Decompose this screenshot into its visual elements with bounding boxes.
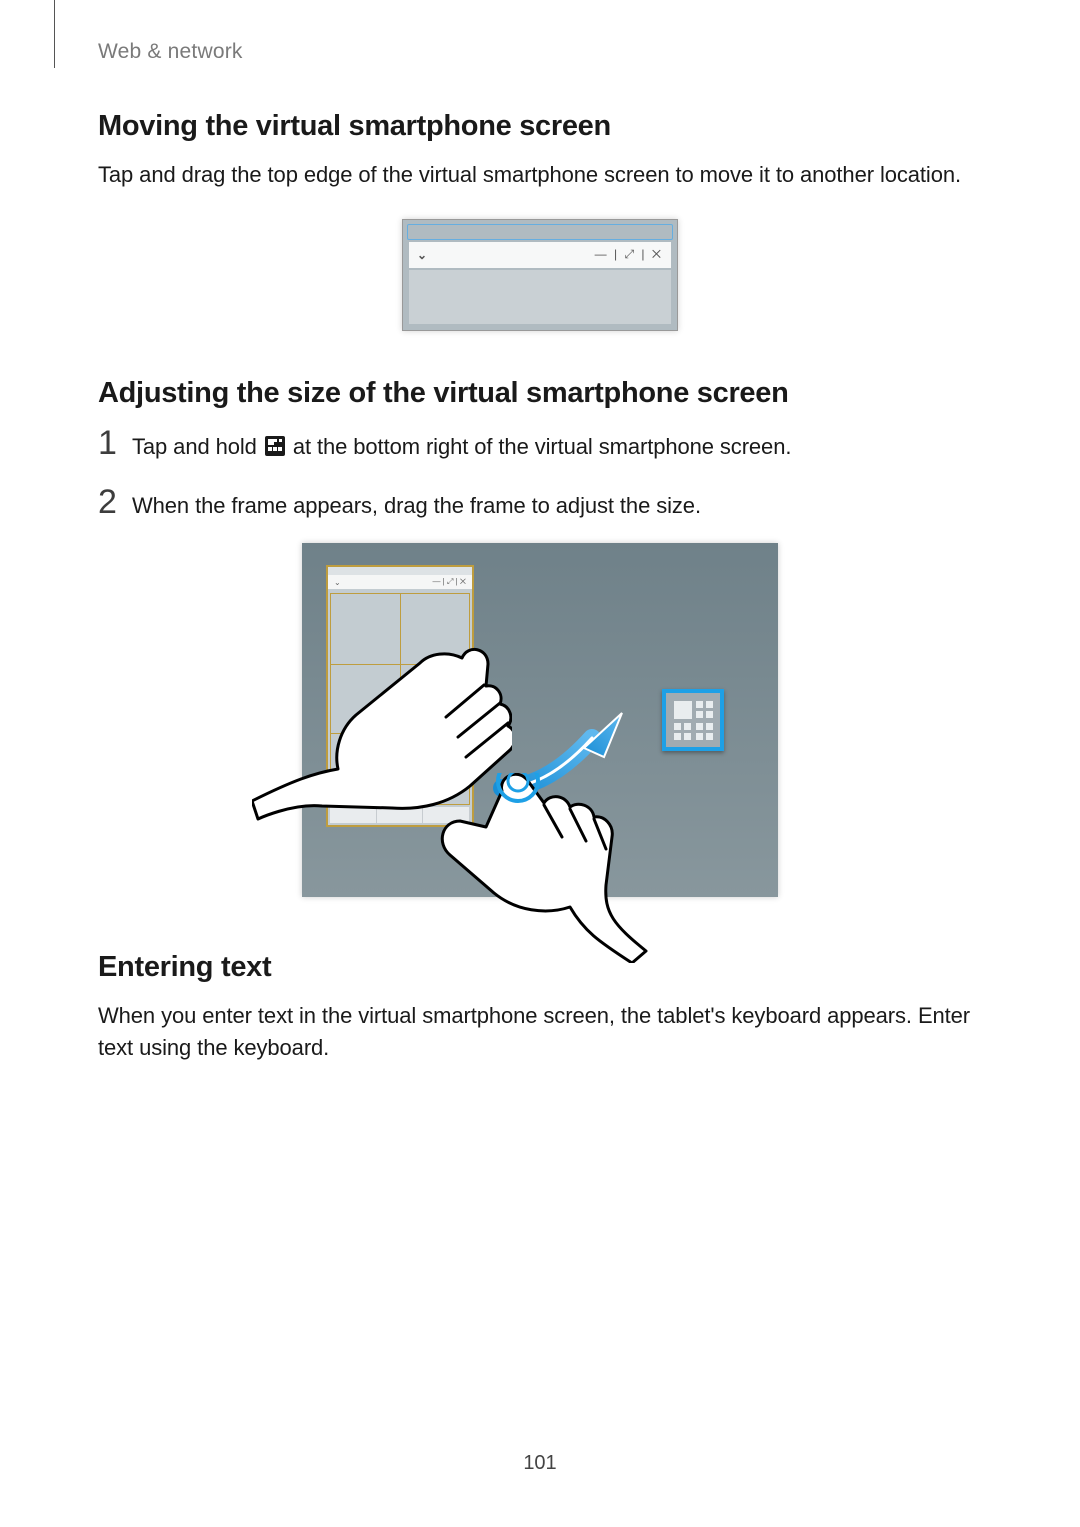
para-moving-screen: Tap and drag the top edge of the virtual…	[98, 159, 982, 191]
step-number: 2	[98, 485, 132, 519]
step-number: 1	[98, 426, 132, 460]
figure-resize-gesture: ⌄ — | ⤢ | ✕	[302, 543, 778, 897]
step-2-text: When the frame appears, drag the frame t…	[132, 493, 701, 518]
figure-phone-titlebar: ⌄ — | ⤢ | ✕	[328, 575, 472, 589]
figure-drag-highlight	[407, 224, 673, 240]
step-1-text-before: Tap and hold	[132, 434, 263, 459]
figure-window-body	[409, 270, 671, 324]
figure-1-wrap: ⌄ — | ⤢ | ✕	[98, 219, 982, 331]
figure-phone-statusbar	[328, 567, 472, 575]
figure-2-wrap: ⌄ — | ⤢ | ✕	[98, 543, 982, 897]
resize-grid-icon	[265, 436, 285, 456]
running-head: Web & network	[98, 40, 982, 64]
page-number: 101	[0, 1452, 1080, 1475]
step-1: 1 Tap and hold at the bottom right of th…	[98, 426, 982, 463]
para-entering-text: When you enter text in the virtual smart…	[98, 1000, 982, 1064]
window-controls-icon: — | ⤢ | ✕	[595, 247, 663, 262]
step-1-text-after: at the bottom right of the virtual smart…	[287, 434, 792, 459]
margin-tab-rule	[54, 0, 55, 68]
heading-moving-screen: Moving the virtual smartphone screen	[98, 110, 982, 143]
chevron-down-icon: ⌄	[334, 578, 341, 587]
manual-page: Web & network Moving the virtual smartph…	[0, 0, 1080, 1527]
heading-adjusting-size: Adjusting the size of the virtual smartp…	[98, 377, 982, 410]
resize-handle-icon	[662, 689, 724, 751]
chevron-down-icon: ⌄	[417, 248, 427, 262]
hand-pointing-icon	[432, 773, 672, 963]
step-2: 2 When the frame appears, drag the frame…	[98, 485, 982, 522]
figure-titlebar: ⌄ — | ⤢ | ✕	[409, 242, 671, 268]
step-2-body: When the frame appears, drag the frame t…	[132, 491, 982, 522]
window-controls-icon: — | ⤢ | ✕	[432, 577, 466, 587]
figure-virtual-screen-titlebar: ⌄ — | ⤢ | ✕	[402, 219, 678, 331]
step-1-body: Tap and hold at the bottom right of the …	[132, 432, 982, 463]
